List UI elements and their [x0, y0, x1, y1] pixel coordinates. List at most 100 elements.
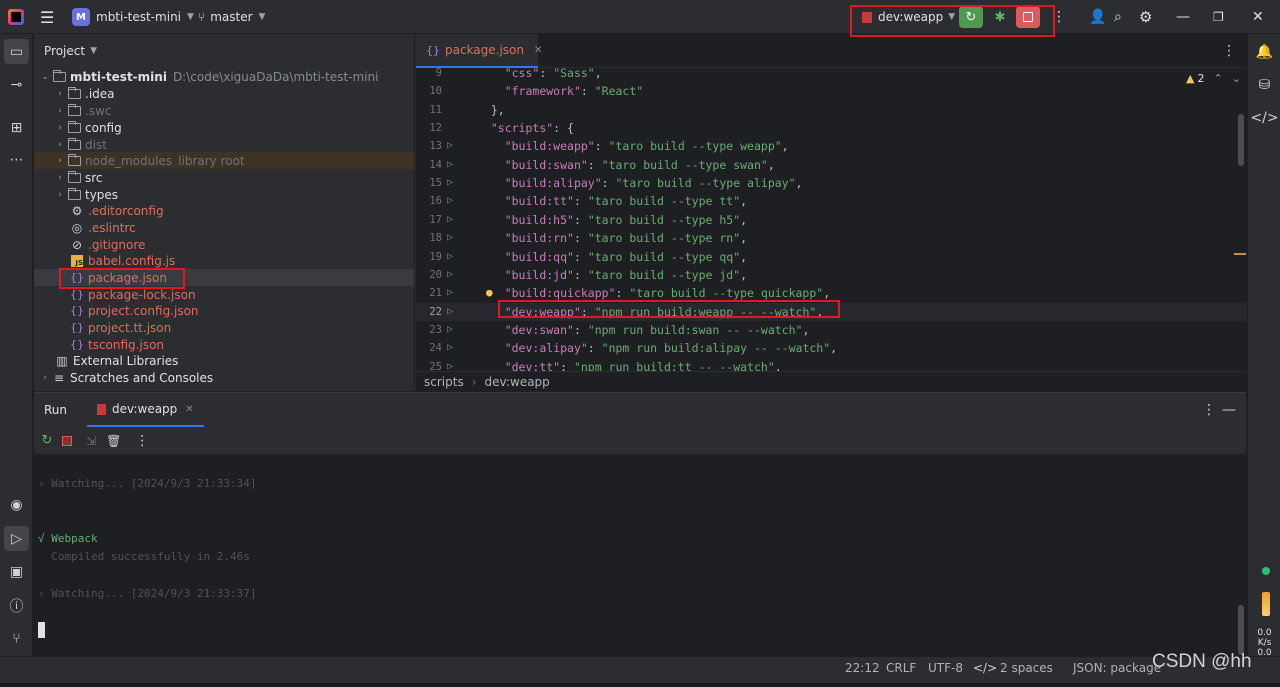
- breadcrumb-item[interactable]: scripts: [424, 375, 464, 389]
- caret-position[interactable]: 22:12: [845, 657, 880, 679]
- more-tools-icon[interactable]: ⋯: [4, 147, 29, 172]
- code-line[interactable]: 14 ▷ "build:swan": "taro build --type swa…: [416, 156, 1247, 174]
- tree-item-package-lock[interactable]: {} package-lock.json: [34, 286, 414, 303]
- editor-more-icon[interactable]: ⋮: [1222, 34, 1236, 68]
- tree-item-node-modules[interactable]: › node_modules library root: [34, 152, 414, 169]
- tab-dev-weapp[interactable]: dev:weapp ✕: [87, 393, 204, 427]
- structure-icon[interactable]: ⊞: [4, 115, 29, 140]
- branch-switcher[interactable]: ⑂ master ▼: [198, 0, 265, 34]
- endpoints-icon[interactable]: </>: [1250, 105, 1278, 130]
- code-line[interactable]: 10 "framework": "React": [416, 82, 1247, 100]
- project-folder-icon[interactable]: ▭: [4, 39, 29, 64]
- tree-item-tsconfig[interactable]: {} tsconfig.json: [34, 336, 414, 353]
- run-script-icon[interactable]: ▷: [447, 358, 459, 371]
- editor-scrollbar[interactable]: [1238, 114, 1244, 166]
- run-script-icon[interactable]: ▷: [447, 321, 459, 339]
- tree-item-scratches[interactable]: › ≡ Scratches and Consoles: [34, 369, 414, 386]
- line-separator[interactable]: CRLF: [886, 657, 916, 679]
- close-icon[interactable]: ✕: [185, 404, 193, 415]
- run-script-icon[interactable]: ▷: [447, 284, 459, 302]
- rerun-icon[interactable]: ↻: [38, 433, 56, 448]
- tree-item-eslintrc[interactable]: ◎ .eslintrc: [34, 219, 414, 236]
- project-switcher[interactable]: M mbti-test-mini ▼: [72, 0, 194, 34]
- commit-icon[interactable]: ⊸: [4, 72, 29, 97]
- tree-item-dist[interactable]: › dist: [34, 136, 414, 153]
- notifications-icon[interactable]: 🔔: [1252, 39, 1277, 64]
- code-line[interactable]: 13 ▷ "build:weapp": "taro build --type we…: [416, 137, 1247, 155]
- more-options-icon[interactable]: ⋮: [1202, 402, 1216, 418]
- code-line[interactable]: 20 ▷ "build:jd": "taro build --type jd",: [416, 266, 1247, 284]
- tree-root[interactable]: ⌄ mbti-test-mini D:\code\xiguaDaDa\mbti-…: [34, 68, 414, 85]
- tree-item-external-libraries[interactable]: ▥ External Libraries: [34, 352, 414, 369]
- debug-button[interactable]: ✱: [988, 0, 1012, 34]
- app-logo-icon[interactable]: [8, 0, 26, 34]
- tree-item-config[interactable]: › config: [34, 119, 414, 136]
- tree-item-babel-config[interactable]: JS babel.config.js: [34, 252, 414, 269]
- minimize-icon[interactable]: —: [1176, 0, 1190, 34]
- code-line[interactable]: 23 ▷ "dev:swan": "npm run build:swan -- -…: [416, 321, 1247, 339]
- code-line[interactable]: 16 ▷ "build:tt": "taro build --type tt",: [416, 192, 1247, 210]
- project-header[interactable]: Project ▼: [34, 34, 414, 68]
- tree-item-types[interactable]: › types: [34, 186, 414, 203]
- indent-setting[interactable]: 2 spaces: [1000, 657, 1053, 679]
- run-tool-icon[interactable]: ▷: [4, 526, 29, 551]
- tree-item-gitignore[interactable]: ⊘ .gitignore: [34, 236, 414, 253]
- file-type[interactable]: JSON: package: [1073, 657, 1161, 679]
- more-actions-icon[interactable]: ⋮: [1052, 0, 1066, 34]
- add-user-icon[interactable]: 👤: [1089, 0, 1106, 34]
- run-script-icon[interactable]: ▷: [447, 303, 459, 321]
- search-icon[interactable]: ⌕: [1114, 0, 1122, 34]
- problems-icon[interactable]: ⓘ: [4, 593, 29, 618]
- restore-icon[interactable]: ❐: [1213, 0, 1224, 34]
- terminal-icon[interactable]: ▣: [4, 559, 29, 584]
- code-line[interactable]: 12 "scripts": {: [416, 119, 1247, 137]
- run-script-icon[interactable]: ▷: [447, 211, 459, 229]
- run-script-icon[interactable]: ▷: [447, 174, 459, 192]
- tree-item-swc[interactable]: › .swc: [34, 102, 414, 119]
- run-script-icon[interactable]: ▷: [447, 229, 459, 247]
- console-output[interactable]: › Watching... [2024/9/3 21:33:34] √ Webp…: [34, 455, 1246, 657]
- console-scrollbar[interactable]: [1238, 605, 1244, 655]
- code-line[interactable]: 17 ▷ "build:h5": "taro build --type h5",: [416, 211, 1247, 229]
- main-menu-icon[interactable]: ☰: [40, 0, 54, 34]
- tree-item-idea[interactable]: › .idea: [34, 85, 414, 102]
- stop-button[interactable]: [1016, 0, 1040, 34]
- tree-item-project-tt[interactable]: {} project.tt.json: [34, 319, 414, 336]
- tree-item-editorconfig[interactable]: ⚙ .editorconfig: [34, 202, 414, 219]
- services-icon[interactable]: ◉: [4, 492, 29, 517]
- code-line[interactable]: 18 ▷ "build:rn": "taro build --type rn",: [416, 229, 1247, 247]
- file-encoding[interactable]: UTF-8: [928, 657, 963, 679]
- more-icon[interactable]: ⋮: [135, 433, 149, 449]
- code-line[interactable]: 24 ▷ "dev:alipay": "npm run build:alipay …: [416, 339, 1247, 357]
- breadcrumb-item[interactable]: dev:weapp: [485, 375, 550, 389]
- code-line[interactable]: 25 ▷ "dev:tt": "npm run build:tt -- --wat…: [416, 358, 1247, 371]
- run-config-selector[interactable]: dev:weapp ▼: [862, 0, 955, 34]
- rerun-button[interactable]: ↻: [959, 0, 983, 34]
- run-script-icon[interactable]: ▷: [447, 137, 459, 155]
- close-icon[interactable]: ✕: [534, 45, 542, 56]
- code-line[interactable]: 21 ▷ ● "build:quickapp": "taro build --typ…: [416, 284, 1247, 302]
- code-line[interactable]: 9 "css": "Sass",: [416, 68, 1247, 82]
- code-line[interactable]: 19 ▷ "build:qq": "taro build --type qq",: [416, 248, 1247, 266]
- tab-package-json[interactable]: {} package.json ✕: [416, 34, 542, 68]
- code-line[interactable]: 22 ▷ "dev:weapp": "npm run build:weapp --…: [416, 302, 1247, 321]
- tree-item-project-config[interactable]: {} project.config.json: [34, 302, 414, 319]
- minimize-panel-icon[interactable]: —: [1222, 402, 1236, 418]
- tree-item-package-json[interactable]: {} package.json: [34, 269, 414, 286]
- gear-icon[interactable]: ⚙: [1139, 0, 1152, 34]
- run-script-icon[interactable]: ▷: [447, 156, 459, 174]
- scroll-to-end-icon[interactable]: ⇲: [86, 434, 96, 448]
- run-script-icon[interactable]: ▷: [447, 192, 459, 210]
- code-line[interactable]: 15 ▷ "build:alipay": "taro build --type a…: [416, 174, 1247, 192]
- close-icon[interactable]: ✕: [1252, 0, 1264, 34]
- git-icon[interactable]: ⑂: [4, 626, 29, 651]
- tree-item-src[interactable]: › src: [34, 169, 414, 186]
- code-area[interactable]: 9 "css": "Sass", 10 "framework": "React" 1…: [416, 68, 1247, 371]
- database-icon[interactable]: ⛁: [1252, 72, 1277, 97]
- run-script-icon[interactable]: ▷: [447, 248, 459, 266]
- run-script-icon[interactable]: ▷: [447, 266, 459, 284]
- code-style-icon[interactable]: </>: [973, 657, 997, 679]
- trash-icon[interactable]: 🗑: [106, 434, 121, 448]
- stop-icon[interactable]: [62, 435, 72, 446]
- code-line[interactable]: 11 },: [416, 101, 1247, 119]
